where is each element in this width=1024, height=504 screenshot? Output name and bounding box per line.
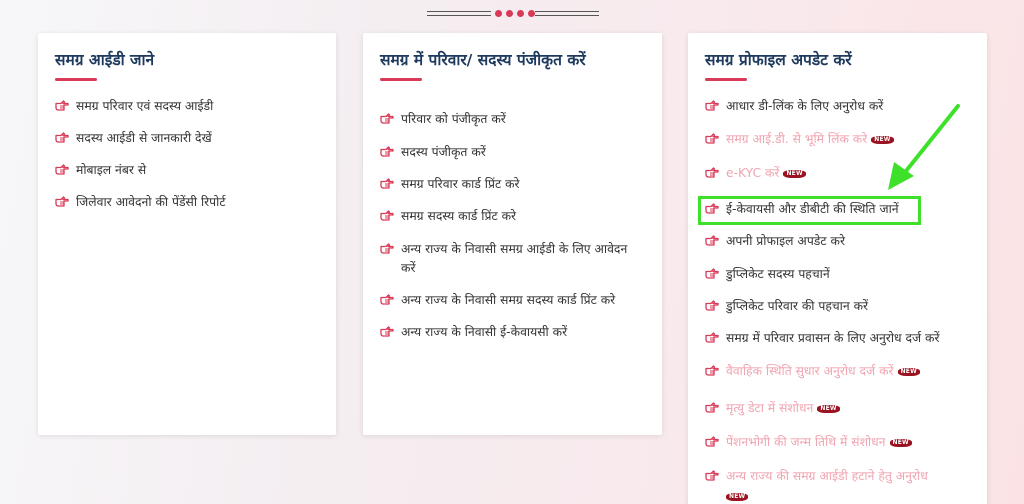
list-item-label[interactable]: परिवार को पंजीकृत करें bbox=[401, 110, 644, 129]
hand-pointer-icon bbox=[705, 299, 719, 311]
list-item[interactable]: समग्र परिवार कार्ड प्रिंट करे bbox=[380, 175, 644, 194]
hand-pointer-icon bbox=[705, 267, 719, 279]
green-arrow-icon bbox=[888, 104, 960, 190]
list-item-label[interactable]: समग्र सदस्य कार्ड प्रिंट करे bbox=[401, 207, 644, 226]
hand-pointer-icon bbox=[380, 177, 394, 189]
highlight-box bbox=[698, 196, 921, 225]
list-item-label[interactable]: अन्य राज्य की समग्र आईडी हटाने हेतु अनुर… bbox=[726, 469, 928, 483]
list-item-label[interactable]: समग्र में परिवार प्रवासन के लिए अनुरोध द… bbox=[726, 331, 940, 345]
title-underline bbox=[705, 78, 747, 81]
new-badge: NEW bbox=[783, 169, 806, 178]
list-item[interactable]: मृत्यु डेटा में संशोधन NEW bbox=[705, 399, 973, 418]
card-title: समग्र आईडी जाने bbox=[55, 51, 155, 69]
list-item-label[interactable]: समग्र परिवार एवं सदस्य आईडी bbox=[76, 97, 317, 116]
new-badge: NEW bbox=[726, 492, 749, 501]
list-item-label[interactable]: मोबाइल नंबर से bbox=[76, 161, 317, 180]
list-item[interactable]: सदस्य पंजीकृत करें bbox=[380, 143, 644, 162]
list-item-label[interactable]: अन्य राज्य के निवासी ई-केवायसी करें bbox=[401, 323, 644, 342]
list-item-label[interactable]: अन्य राज्य के निवासी समग्र आईडी के लिए आ… bbox=[401, 240, 644, 278]
divider-dot bbox=[517, 10, 524, 17]
list-item[interactable]: सदस्य आईडी से जानकारी देखें bbox=[55, 129, 317, 148]
list-item-label[interactable]: सदस्य आईडी से जानकारी देखें bbox=[76, 129, 317, 148]
list-item-label[interactable]: डुप्लिकेट परिवार की पहचान करें bbox=[726, 299, 868, 313]
hand-pointer-icon bbox=[380, 242, 394, 254]
hand-pointer-icon bbox=[705, 401, 719, 413]
list-item-label[interactable]: डुप्लिकेट सदस्य पहचानें bbox=[726, 267, 830, 281]
card-title: समग्र प्रोफाइल अपडेट करें bbox=[705, 51, 852, 69]
hand-pointer-icon bbox=[380, 293, 394, 305]
list-item-label[interactable]: e-KYC करें bbox=[726, 166, 779, 180]
hand-pointer-icon bbox=[55, 99, 69, 111]
hand-pointer-icon bbox=[705, 435, 719, 447]
list-item[interactable]: जिलेवार आवेदनो की पेंडेंसी रिपोर्ट bbox=[55, 193, 317, 212]
divider-dot bbox=[528, 10, 535, 17]
hand-pointer-icon bbox=[55, 131, 69, 143]
hand-pointer-icon bbox=[705, 99, 719, 111]
hand-pointer-icon bbox=[380, 325, 394, 337]
list-item-label[interactable]: वैवाहिक स्थिति सुधार अनुरोध दर्ज करें bbox=[726, 364, 894, 378]
list-item-label[interactable]: सदस्य पंजीकृत करें bbox=[401, 143, 644, 162]
list-item[interactable]: पेंशनभोगी की जन्म तिथि में संशोधन NEW bbox=[705, 433, 973, 452]
list-item-label[interactable]: आधार डी-लिंक के लिए अनुरोध करें bbox=[726, 99, 883, 113]
list-item[interactable]: अपनी प्रोफाइल अपडेट करे bbox=[705, 232, 973, 251]
hand-pointer-icon bbox=[380, 209, 394, 221]
hand-pointer-icon bbox=[705, 132, 719, 144]
list-item[interactable]: परिवार को पंजीकृत करें bbox=[380, 110, 644, 129]
list-item[interactable]: वैवाहिक स्थिति सुधार अनुरोध दर्ज करें NEW bbox=[705, 362, 973, 381]
hand-pointer-icon bbox=[55, 195, 69, 207]
hand-pointer-icon bbox=[705, 166, 719, 178]
new-badge: NEW bbox=[817, 404, 840, 413]
list-item[interactable]: अन्य राज्य के निवासी समग्र आईडी के लिए आ… bbox=[380, 240, 644, 278]
list-item-label[interactable]: समग्र आई.डी. से भूमि लिंक करे bbox=[726, 132, 867, 146]
list-item-label[interactable]: अन्य राज्य के निवासी समग्र सदस्य कार्ड प… bbox=[401, 291, 644, 310]
list-item[interactable]: समग्र में परिवार प्रवासन के लिए अनुरोध द… bbox=[705, 329, 973, 348]
list-item[interactable]: समग्र परिवार एवं सदस्य आईडी bbox=[55, 97, 317, 116]
hand-pointer-icon bbox=[705, 469, 719, 481]
list-item-label[interactable]: मृत्यु डेटा में संशोधन bbox=[726, 401, 813, 415]
divider-dot bbox=[506, 10, 513, 17]
list-item-label[interactable]: जिलेवार आवेदनो की पेंडेंसी रिपोर्ट bbox=[76, 193, 317, 212]
card-register-family: समग्र में परिवार/ सदस्य पंजीकृत करें परि… bbox=[363, 33, 662, 435]
hand-pointer-icon bbox=[705, 234, 719, 246]
hand-pointer-icon bbox=[380, 145, 394, 157]
divider-dot bbox=[495, 10, 502, 17]
list-item[interactable]: अन्य राज्य के निवासी ई-केवायसी करें bbox=[380, 323, 644, 342]
list-item[interactable]: डुप्लिकेट परिवार की पहचान करें bbox=[705, 297, 973, 316]
new-badge: NEW bbox=[897, 367, 920, 376]
list-item-label[interactable]: पेंशनभोगी की जन्म तिथि में संशोधन bbox=[726, 435, 886, 449]
hand-pointer-icon bbox=[705, 364, 719, 376]
title-underline bbox=[55, 78, 97, 81]
hand-pointer-icon bbox=[380, 112, 394, 124]
list-item[interactable]: मोबाइल नंबर से bbox=[55, 161, 317, 180]
card-know-samagra-id: समग्र आईडी जाने समग्र परिवार एवं सदस्य आ… bbox=[38, 33, 336, 435]
hand-pointer-icon bbox=[705, 331, 719, 343]
list-item-label[interactable]: अपनी प्रोफाइल अपडेट करे bbox=[726, 234, 845, 248]
list-item[interactable]: अन्य राज्य के निवासी समग्र सदस्य कार्ड प… bbox=[380, 291, 644, 310]
new-badge: NEW bbox=[889, 438, 912, 447]
card-title: समग्र में परिवार/ सदस्य पंजीकृत करें bbox=[380, 51, 586, 69]
list-item[interactable]: डुप्लिकेट सदस्य पहचानें bbox=[705, 265, 973, 284]
section-divider bbox=[427, 8, 599, 22]
list-item[interactable]: अन्य राज्य की समग्र आईडी हटाने हेतु अनुर… bbox=[705, 467, 973, 504]
list-item[interactable]: समग्र सदस्य कार्ड प्रिंट करे bbox=[380, 207, 644, 226]
title-underline bbox=[380, 78, 422, 81]
hand-pointer-icon bbox=[55, 163, 69, 175]
list-item-label[interactable]: समग्र परिवार कार्ड प्रिंट करे bbox=[401, 175, 644, 194]
